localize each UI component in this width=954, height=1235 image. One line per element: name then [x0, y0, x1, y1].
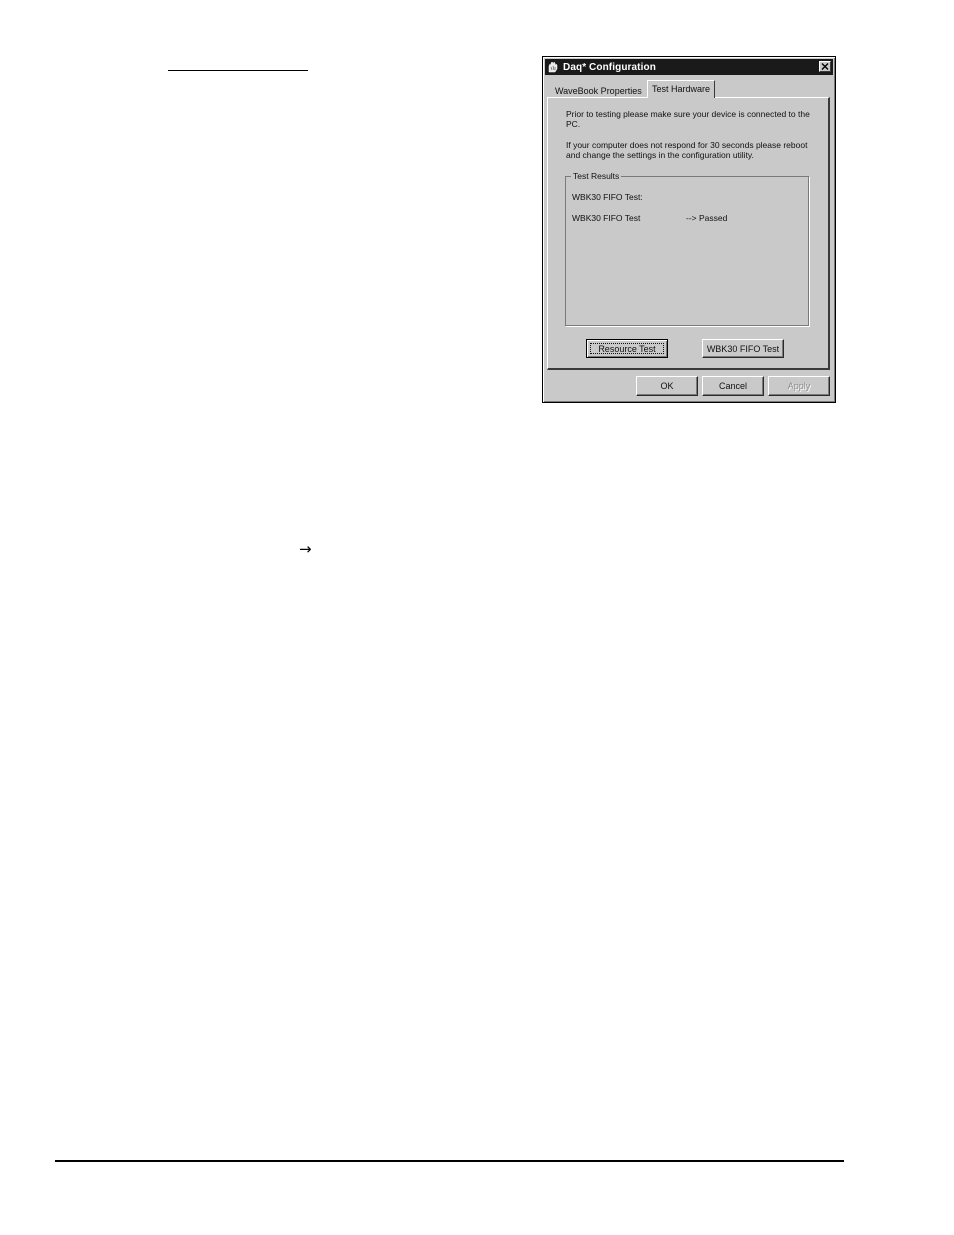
result-row-label: WBK30 FIFO Test: [572, 213, 641, 223]
tab-wavebook-properties[interactable]: WaveBook Properties: [555, 84, 642, 98]
dialog-title: Daq* Configuration: [563, 61, 656, 73]
tab-test-hardware[interactable]: Test Hardware: [647, 80, 716, 98]
close-button[interactable]: [819, 61, 831, 72]
test-results-label: Test Results: [571, 171, 622, 181]
button-label: WBK30 FIFO Test: [706, 343, 780, 354]
result-row-status: --> Passed: [686, 213, 728, 223]
tab-label: Test Hardware: [652, 84, 711, 94]
ok-button[interactable]: OK: [636, 376, 698, 396]
hand-app-icon: [546, 60, 560, 74]
result-row-label: WBK30 FIFO Test:: [572, 192, 643, 202]
connection-instructions: Prior to testing please make sure your d…: [566, 109, 810, 129]
button-label: Apply: [787, 381, 811, 391]
wbk30-fifo-test-button[interactable]: WBK30 FIFO Test: [702, 339, 784, 358]
daq-configuration-dialog: Daq* Configuration WaveBook Properties T…: [542, 56, 836, 403]
timeout-instructions: If your computer does not respond for 30…: [566, 140, 808, 160]
apply-button[interactable]: Apply: [768, 376, 830, 396]
footer-rule: [55, 1160, 844, 1162]
button-label: Cancel: [718, 381, 747, 391]
heading-underline: [168, 70, 308, 71]
title-bar[interactable]: Daq* Configuration: [545, 59, 833, 75]
close-icon: [821, 63, 829, 70]
cancel-button[interactable]: Cancel: [702, 376, 764, 396]
focus-ring: [590, 343, 664, 354]
button-label: OK: [660, 381, 674, 391]
arrow-symbol: →: [299, 540, 312, 558]
resource-test-button[interactable]: Resource Test: [586, 339, 668, 358]
tab-label: WaveBook Properties: [555, 86, 642, 96]
